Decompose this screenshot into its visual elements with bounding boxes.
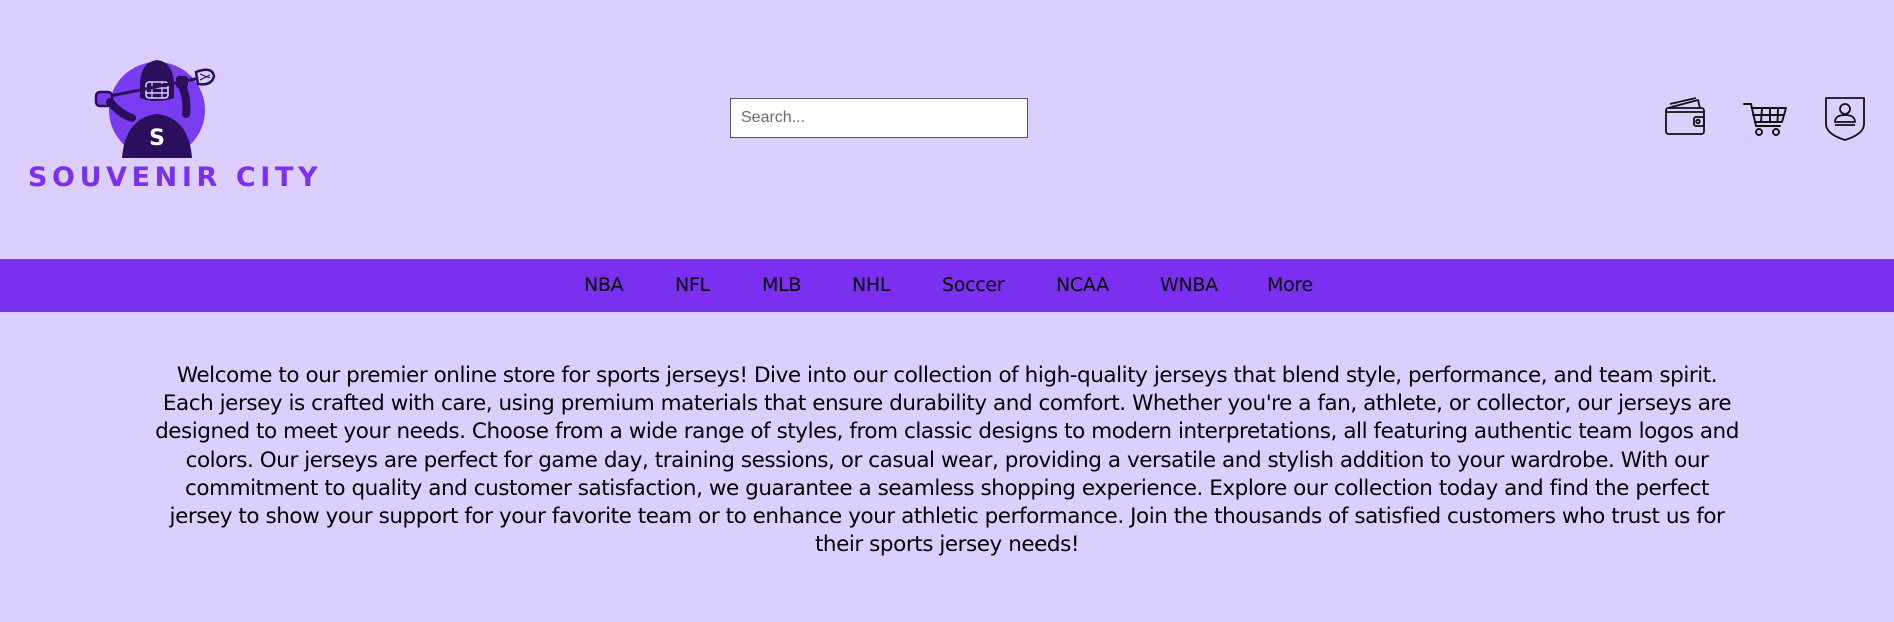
site-header: S SOUVENIR CITY [0, 0, 1894, 259]
nav-item-soccer[interactable]: Soccer [942, 259, 1005, 312]
nav-item-mlb[interactable]: MLB [762, 259, 801, 312]
nav-item-more[interactable]: More [1267, 259, 1313, 312]
brand-logo[interactable]: S SOUVENIR CITY [28, 48, 323, 198]
lacrosse-player-logo-icon: S [94, 60, 216, 158]
nav-item-ncaa[interactable]: NCAA [1056, 259, 1109, 312]
nav-item-wnba[interactable]: WNBA [1160, 259, 1218, 312]
wallet-icon[interactable] [1662, 94, 1710, 142]
brand-name: SOUVENIR CITY [28, 162, 323, 193]
nav-item-nhl[interactable]: NHL [852, 259, 890, 312]
nav-item-nba[interactable]: NBA [584, 259, 624, 312]
intro-paragraph: Welcome to our premier online store for … [155, 363, 1739, 558]
cart-icon[interactable] [1742, 94, 1790, 142]
search-input[interactable] [730, 98, 1028, 138]
account-shield-icon[interactable] [1822, 94, 1868, 142]
logo-shirt-letter: S [149, 126, 165, 151]
category-nav: NBA NFL MLB NHL Soccer NCAA WNBA More [0, 259, 1894, 312]
nav-item-nfl[interactable]: NFL [675, 259, 710, 312]
